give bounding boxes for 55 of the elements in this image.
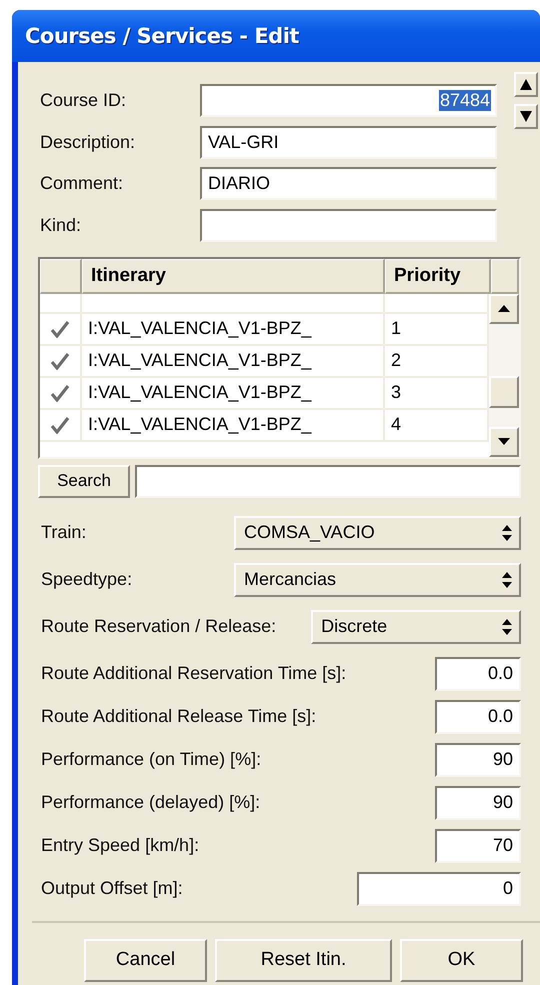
table-cell: I:VAL_VALENCIA_V1-BPZ_: [82, 346, 385, 376]
dropdown[interactable]: COMSA_VACIO: [234, 516, 521, 550]
check-icon[interactable]: [50, 416, 70, 434]
field-label: Route Additional Reservation Time [s]:: [41, 663, 346, 684]
down-arrow-icon: [519, 110, 533, 123]
input-field[interactable]: 70: [435, 828, 521, 862]
updown-icon: [501, 524, 513, 542]
field-label: Output Offset [m]:: [41, 878, 183, 899]
updown-icon: [501, 570, 513, 588]
scroll-up-button[interactable]: [489, 294, 519, 324]
field-label: Train:: [41, 522, 88, 543]
dialog-button[interactable]: Cancel: [84, 938, 207, 982]
up-arrow-icon: [498, 305, 510, 312]
input-field[interactable]: 0.0: [435, 700, 521, 734]
check-icon[interactable]: [50, 352, 70, 370]
field-label: Performance (on Time) [%]:: [41, 749, 262, 770]
field-label: Course ID:: [40, 90, 128, 111]
input-field[interactable]: VAL-GRI: [200, 126, 497, 158]
field-label: Speedtype:: [41, 569, 134, 590]
search-field[interactable]: [135, 464, 521, 498]
scroll-down-button[interactable]: [489, 426, 519, 456]
field-label: Entry Speed [km/h]:: [41, 835, 200, 856]
down-arrow-button[interactable]: [514, 104, 538, 129]
dialog-button[interactable]: Reset Itin.: [215, 938, 392, 982]
dropdown[interactable]: Discrete: [311, 610, 521, 644]
field-label: Kind:: [40, 214, 82, 236]
up-arrow-icon: [519, 78, 533, 91]
field-label: Comment:: [40, 173, 124, 194]
input-field[interactable]: 90: [435, 742, 521, 776]
input-field[interactable]: [200, 208, 497, 242]
input-field[interactable]: 0.0: [435, 656, 521, 690]
down-arrow-icon: [498, 438, 510, 445]
scrollbar-thumb[interactable]: [489, 376, 519, 408]
up-arrow-button[interactable]: [514, 72, 538, 97]
column-header[interactable]: Priority: [385, 258, 491, 294]
dropdown[interactable]: Mercancias: [234, 562, 521, 596]
field-label: Description:: [40, 132, 136, 152]
window-title: Courses / Services - Edit: [25, 24, 299, 48]
scrollbar[interactable]: [489, 294, 519, 456]
updown-icon: [501, 618, 513, 636]
search-button[interactable]: Search: [38, 464, 130, 498]
dialog-button[interactable]: OK: [400, 938, 523, 982]
table-cell: I:VAL_VALENCIA_V1-BPZ_: [82, 410, 385, 440]
table-cell: I:VAL_VALENCIA_V1-BPZ_: [82, 314, 385, 344]
check-icon[interactable]: [50, 384, 70, 402]
input-field[interactable]: 90: [435, 786, 521, 820]
field-label: Performance (delayed) [%]:: [41, 792, 260, 813]
input-field[interactable]: 87484: [200, 84, 497, 117]
check-icon[interactable]: [50, 320, 70, 338]
field-label: Route Additional Release Time [s]:: [41, 706, 316, 727]
column-header[interactable]: Itinerary: [82, 258, 385, 294]
field-label: Route Reservation / Release:: [41, 616, 276, 637]
input-field[interactable]: DIARIO: [200, 167, 497, 200]
table-cell: I:VAL_VALENCIA_V1-BPZ_: [82, 378, 385, 408]
input-field[interactable]: 0: [357, 872, 521, 906]
